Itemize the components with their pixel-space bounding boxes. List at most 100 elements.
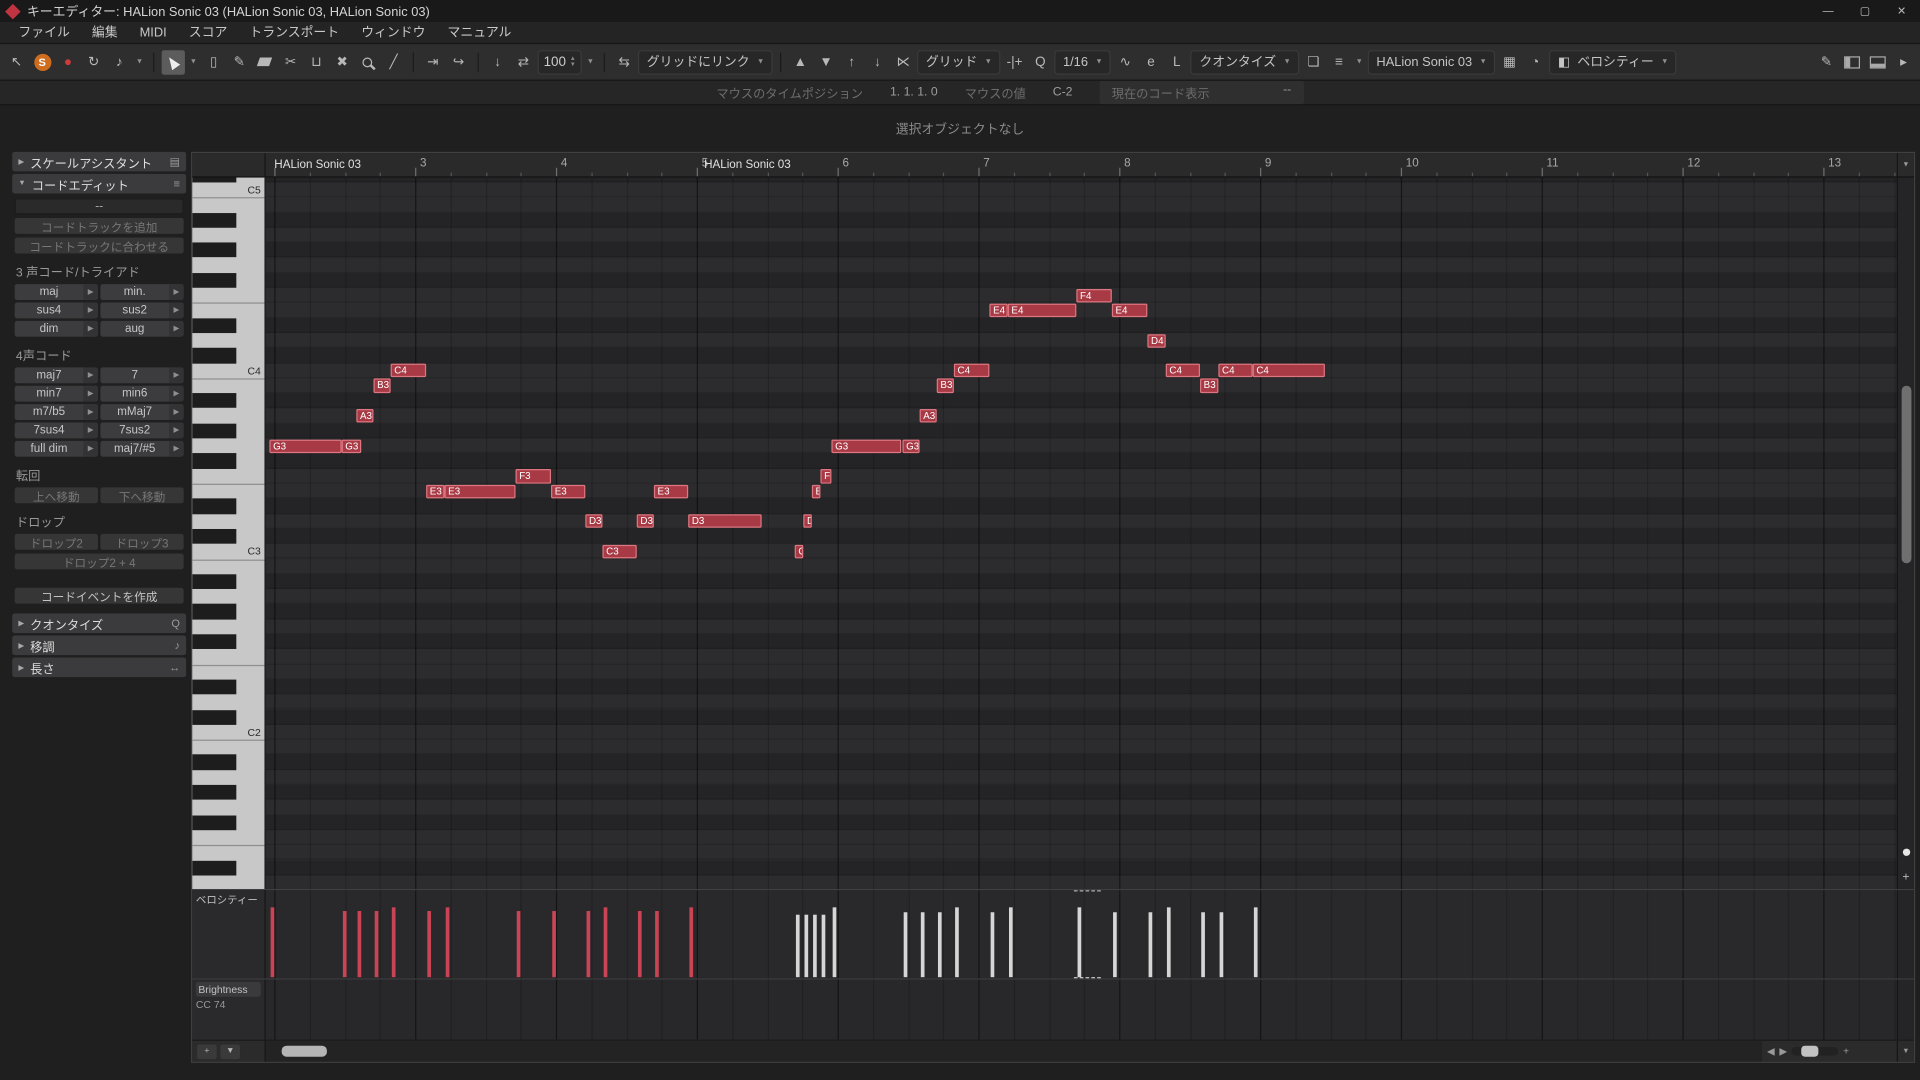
midi-note-D3[interactable]: D3 xyxy=(585,514,602,528)
match-chord-track-button[interactable]: コードトラックに合わせる xyxy=(15,238,184,254)
vertical-scrollbar[interactable]: + xyxy=(1897,178,1914,889)
piano-key-black[interactable] xyxy=(192,529,236,544)
midi-note-G3[interactable]: G3 xyxy=(342,439,362,453)
chord-expand-icon[interactable]: ▶ xyxy=(169,441,184,457)
chord-button-7[interactable]: 7▶ xyxy=(100,367,183,383)
piano-key-black[interactable] xyxy=(192,499,236,514)
midi-note-D3[interactable]: D3 xyxy=(688,514,761,528)
timeline-ruler[interactable]: 345678910111213HALion Sonic 03HALion Son… xyxy=(266,153,1897,176)
piano-key-black[interactable] xyxy=(192,178,236,183)
draw-tool-button[interactable]: ✎ xyxy=(228,50,251,74)
nudge-down-button[interactable]: ▼ xyxy=(814,50,837,74)
chord-button-m7/b5[interactable]: m7/b5▶ xyxy=(15,404,98,420)
drop3-button[interactable]: ドロップ3 xyxy=(100,534,183,550)
midi-note-D4[interactable]: D4 xyxy=(1147,334,1165,348)
midi-note-A3[interactable]: A3 xyxy=(356,409,373,423)
midi-note-C3[interactable]: C3 xyxy=(795,545,804,559)
velocity-bar[interactable] xyxy=(921,912,925,977)
insert-velocity-dropdown-arrow[interactable]: ▼ xyxy=(587,58,594,65)
piano-key-black[interactable] xyxy=(192,348,236,363)
menu-ファイル[interactable]: ファイル xyxy=(7,23,80,41)
solo-editor-pin-button[interactable]: ↖ xyxy=(5,50,28,74)
midi-note-E3[interactable]: E3 xyxy=(812,484,821,498)
horizontal-scrollbar-thumb[interactable] xyxy=(282,1046,327,1057)
chord-expand-icon[interactable]: ▶ xyxy=(83,284,98,300)
velocity-bar[interactable] xyxy=(1254,907,1258,977)
piano-key-black[interactable] xyxy=(192,318,236,333)
velocity-bar[interactable] xyxy=(796,915,800,977)
midi-note-E4[interactable]: E4 xyxy=(1008,304,1077,318)
velocity-bar[interactable] xyxy=(552,911,556,977)
range-tool-button[interactable]: ▯ xyxy=(202,50,225,74)
midi-note-E4[interactable]: E4 xyxy=(1112,304,1148,318)
edit-active-part-button[interactable]: ≡ xyxy=(1327,50,1350,74)
cycle-button[interactable]: ↻ xyxy=(82,50,105,74)
velocity-bar[interactable] xyxy=(358,911,362,977)
chord-expand-icon[interactable]: ▶ xyxy=(83,302,98,318)
chord-button-sus2[interactable]: sus2▶ xyxy=(100,302,183,318)
menu-ウィンドウ[interactable]: ウィンドウ xyxy=(350,23,436,41)
piano-key-black[interactable] xyxy=(192,755,236,770)
legato-button[interactable]: L xyxy=(1165,50,1188,74)
nudge-length-button[interactable]: -|+ xyxy=(1003,50,1026,74)
velocity-bar[interactable] xyxy=(375,911,379,977)
piano-key-black[interactable] xyxy=(192,785,236,800)
insert-velocity-spinner[interactable]: 100 ▲▼ xyxy=(537,50,581,74)
midi-note-D3[interactable]: D3 xyxy=(803,514,812,528)
chord-expand-icon[interactable]: ▶ xyxy=(83,367,98,383)
velocity-bar[interactable] xyxy=(1009,907,1013,977)
chord-button-sus4[interactable]: sus4▶ xyxy=(15,302,98,318)
panel-scale-assistant[interactable]: ▶ スケールアシスタント ▤ xyxy=(12,152,186,172)
move-down-inversion-button[interactable]: 下へ移動 xyxy=(100,487,183,503)
velocity-bar[interactable] xyxy=(655,911,659,977)
show-left-zone-button[interactable] xyxy=(1840,50,1863,74)
iterative-quantize-button[interactable]: ∿ xyxy=(1114,50,1137,74)
velocity-bar[interactable] xyxy=(427,911,431,977)
horizontal-zoom-slider[interactable] xyxy=(1792,1047,1839,1056)
velocity-bar[interactable] xyxy=(604,907,608,977)
autoscroll-button[interactable]: ⇥ xyxy=(421,50,444,74)
panel-length[interactable]: ▶ 長さ ↔ xyxy=(12,658,186,678)
midi-note-E3[interactable]: E3 xyxy=(426,484,444,498)
midi-note-C3[interactable]: C3 xyxy=(602,545,636,559)
chord-button-full dim[interactable]: full dim▶ xyxy=(15,441,98,457)
minimize-button[interactable]: — xyxy=(1810,0,1847,22)
piano-key-black[interactable] xyxy=(192,679,236,694)
chord-expand-icon[interactable]: ▶ xyxy=(169,386,184,402)
midi-note-F3[interactable]: F3 xyxy=(516,469,552,483)
chord-button-min6[interactable]: min6▶ xyxy=(100,386,183,402)
midi-note-E3[interactable]: E3 xyxy=(654,484,688,498)
velocity-bar[interactable] xyxy=(1220,912,1224,977)
midi-note-C4[interactable]: C4 xyxy=(1253,364,1325,378)
midi-note-E3[interactable]: E3 xyxy=(444,484,515,498)
velocity-bar[interactable] xyxy=(1167,907,1171,977)
chord-expand-icon[interactable]: ▶ xyxy=(169,367,184,383)
panel-chord-edit[interactable]: ▼ コードエディット ≡ xyxy=(12,174,186,194)
midi-note-C4[interactable]: C4 xyxy=(1218,364,1252,378)
chord-expand-icon[interactable]: ▶ xyxy=(169,321,184,337)
move-up-button[interactable]: ↑ xyxy=(840,50,863,74)
quantize-mode-dropdown[interactable]: クオンタイズ ▼ xyxy=(1191,50,1300,74)
show-lower-zone-button[interactable] xyxy=(1866,50,1889,74)
ruler-options-button[interactable]: ▼ xyxy=(1897,153,1914,176)
controller-lane-label[interactable]: Brightness CC 74 xyxy=(192,980,265,1040)
piano-key-black[interactable] xyxy=(192,423,236,438)
midi-note-G3[interactable]: G3 xyxy=(269,439,341,453)
chord-button-maj[interactable]: maj▶ xyxy=(15,284,98,300)
menu-MIDI[interactable]: MIDI xyxy=(129,25,178,40)
setup-toolbar-button[interactable]: ✎ xyxy=(1815,50,1838,74)
menu-スコア[interactable]: スコア xyxy=(178,23,239,41)
chord-button-min.[interactable]: min.▶ xyxy=(100,284,183,300)
midi-note-C4[interactable]: C4 xyxy=(1166,364,1200,378)
crossfade-button[interactable]: ⋉ xyxy=(892,50,915,74)
midi-note-G3[interactable]: G3 xyxy=(902,439,919,453)
glue-tool-button[interactable]: ⊔ xyxy=(305,50,328,74)
velocity-bar[interactable] xyxy=(991,912,995,977)
piano-key-black[interactable] xyxy=(192,243,236,258)
quantize-snap-button[interactable]: Q xyxy=(1029,50,1052,74)
velocity-bar[interactable] xyxy=(938,912,942,977)
show-part-borders-button[interactable]: ❏ xyxy=(1302,50,1325,74)
spin-down-icon[interactable]: ▼ xyxy=(570,62,576,68)
midi-note-B3[interactable]: B3 xyxy=(373,379,390,393)
toolbar-overflow-button[interactable]: ▸ xyxy=(1892,50,1915,74)
